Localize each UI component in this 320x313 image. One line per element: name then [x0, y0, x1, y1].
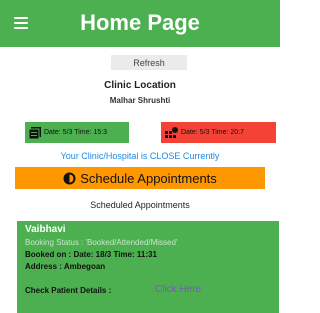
clinic-status-text: Your Clinic/Hospital is CLOSE Currently	[60, 151, 220, 161]
grid-alert-icon	[165, 126, 178, 139]
patient-address: Address : Ambegoan	[25, 262, 106, 271]
click-here-link[interactable]: Click Here	[155, 284, 201, 295]
close-time-text: Date: 5/3 Time: 20:7	[181, 129, 245, 136]
half-circle-icon	[63, 172, 76, 185]
booking-status: Booking Status : 'Booked/Attended/Missed…	[25, 238, 178, 247]
open-time-badge: Date: 5/3 Time: 15:3	[25, 122, 129, 143]
clinic-name: Malhar Shrushti	[109, 96, 171, 105]
calendar-list-icon	[29, 126, 41, 139]
app-bar: Home Page	[0, 0, 280, 47]
refresh-button[interactable]: Refresh	[111, 55, 187, 70]
page-title: Home Page	[80, 10, 200, 35]
scheduled-appointments-heading: Scheduled Appointments	[90, 200, 190, 210]
check-patient-details-label: Check Patient Details :	[25, 286, 112, 295]
booked-on: Booked on : Date: 18/3 Time: 11:31	[25, 250, 157, 259]
close-time-badge: Date: 5/3 Time: 20:7	[161, 122, 276, 143]
patient-name: Vaibhavi	[25, 224, 66, 235]
clinic-location-heading: Clinic Location	[104, 80, 176, 91]
schedule-appointments-label: Schedule Appointments	[80, 170, 217, 186]
schedule-appointments-button[interactable]: Schedule Appointments	[15, 167, 265, 189]
appointment-card: Vaibhavi Booking Status : 'Booked/Attend…	[17, 221, 279, 313]
open-time-text: Date: 5/3 Time: 15:3	[44, 129, 108, 136]
